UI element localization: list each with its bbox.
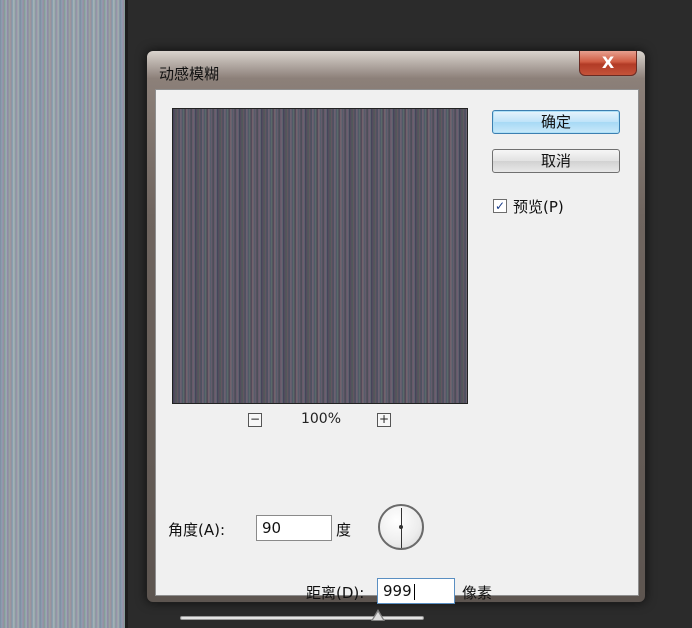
slider-track[interactable] [180, 616, 424, 620]
dialog-title: 动感模糊 [159, 65, 220, 83]
preview-checkbox[interactable]: ✓ [493, 199, 507, 213]
zoom-in-button[interactable]: + [377, 413, 391, 427]
zoom-out-button[interactable]: − [248, 413, 262, 427]
distance-slider[interactable] [180, 609, 424, 622]
angle-dial-icon[interactable] [378, 504, 424, 550]
angle-label: 角度(A): [168, 521, 226, 539]
distance-label: 距离(D): [306, 584, 365, 602]
motion-blur-dialog: 动感模糊 X − 100% + 确定 取消 ✓ 预览(P) 角度(A): 90 … [146, 50, 646, 621]
ok-button[interactable]: 确定 [492, 110, 620, 134]
slider-thumb[interactable] [370, 609, 385, 621]
preview-pane[interactable] [172, 108, 468, 404]
angle-input[interactable]: 90 [256, 515, 332, 541]
dialog-titlebar[interactable]: 动感模糊 X [147, 51, 645, 89]
zoom-level: 100% [300, 411, 342, 427]
angle-unit: 度 [336, 521, 352, 539]
distance-input[interactable]: 999 [377, 578, 455, 604]
background-image-strip [0, 0, 128, 628]
preview-checkbox-label[interactable]: 预览(P) [513, 196, 564, 217]
plus-icon: + [378, 412, 390, 426]
distance-unit: 像素 [462, 584, 493, 602]
angle-dial-center [399, 525, 403, 529]
close-button[interactable]: X [579, 51, 637, 76]
dialog-client-area: − 100% + 确定 取消 ✓ 预览(P) 角度(A): 90 度 距离(D)… [155, 89, 639, 621]
minus-icon: − [249, 412, 261, 426]
close-icon: X [601, 53, 615, 72]
cancel-button[interactable]: 取消 [492, 149, 620, 173]
